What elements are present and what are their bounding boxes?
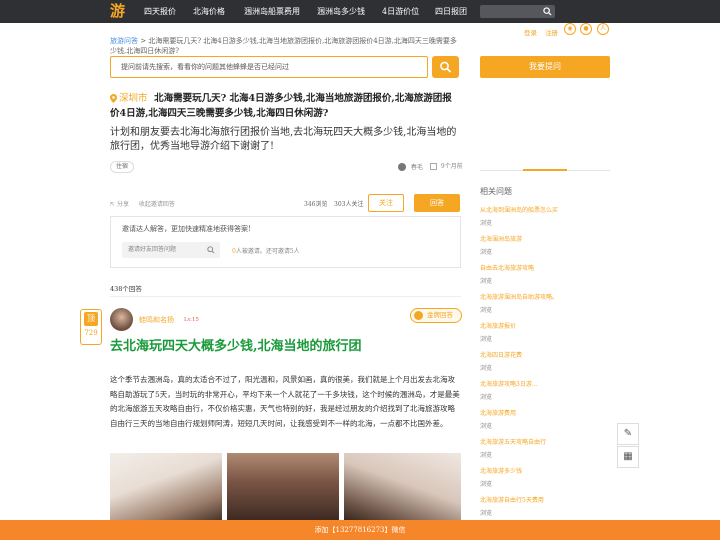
question-title: 深圳市 北海需要玩几天? 北海4日游多少钱,北海当地旅游团报价,北海旅游团报价4… [110,91,460,121]
search-button[interactable] [432,56,459,78]
nav-item-four-day-group[interactable]: 四日报团 [435,0,467,23]
related-questions-heading: 相关问题 [480,187,512,196]
answer-photo[interactable] [110,453,222,523]
related-question-item: 北海四日游花费 浏览 [480,351,610,373]
sidebar-divider-accent [523,169,567,171]
invite-friend-input[interactable]: 邀请好友回答问题 [122,242,220,258]
invite-count: 0人被邀请。还可邀请5人 [232,248,300,255]
nav-item-beihai-price[interactable]: 北海价格 [193,0,225,23]
question-actions: ⇱ 分享 收起邀请回答 [110,199,175,208]
related-question-item: 北海旅游多少钱 浏览 [480,467,610,489]
related-question-link[interactable]: 自由去北海旅游攻略 [480,264,610,273]
related-question-link[interactable]: 北海旅游攻略3日游… [480,380,610,389]
related-question-link[interactable]: 北海旅游涠洲岛自助游攻略。 [480,293,610,302]
related-question-link[interactable]: 北海旅游多少钱 [480,467,610,476]
related-question-item: 北海旅游自由行5天费用 浏览 [480,496,610,518]
wechat-icon[interactable]: 人 [597,23,609,35]
answer-button[interactable]: 回答 [414,194,460,212]
related-question-item: 自由去北海旅游攻略 浏览 [480,264,610,286]
gold-answer-badge: 金牌回答 [410,308,462,323]
top-search-icon[interactable] [543,7,552,16]
divider [110,296,461,297]
site-logo[interactable]: 游 [110,2,128,20]
answer-body: 这个季节去涠洲岛，真的太适合不过了，阳光温和，风景如画，真的很美，我们就是上个月… [110,375,460,428]
related-question-link[interactable]: 北海旅游费用 [480,409,610,418]
related-question-item: 从北海到涠洲岛的船票怎么买 浏览 [480,206,610,228]
related-question-link[interactable]: 从北海到涠洲岛的船票怎么买 [480,206,610,215]
question-search-input[interactable]: 提问前请先搜索，看看你的问题其他蜂蜂是否已经问过 [110,56,428,78]
question-description: 计划和朋友要去北海北海旅行团报价当地,去北海玩四天大概多少钱,北海当地的旅行团，… [110,127,457,152]
qq-icon[interactable]: ● [580,23,592,35]
medal-icon [414,311,423,320]
question-title-text: 北海需要玩几天? 北海4日游多少钱,北海当地旅游团报价,北海旅游团报价4日游,北… [110,93,452,119]
nav-item-ferry-ticket[interactable]: 涠洲岛船票费用 [244,0,300,23]
answer-photo[interactable] [227,453,339,523]
nav-item-four-day-price[interactable]: 四天报价 [144,0,176,23]
invite-heading: 邀请达人解答，更加快速精准地获得答案! [122,225,251,233]
vote-label: 顶 [84,312,98,326]
qrcode-icon[interactable]: ▦ [617,446,639,468]
breadcrumb-home[interactable]: 旅游问答 [110,37,138,45]
search-icon [440,61,452,73]
register-link[interactable]: 注册 [545,27,558,37]
asker-info: 春毛 [398,163,423,172]
breadcrumb-current: 北海需要玩几天? 北海4日游多少钱,北海当地旅游团报价,北海旅游团报价4日游,北… [110,37,457,55]
answer-author-name[interactable]: 蛙鸣和名扬 [139,315,174,325]
ask-question-button[interactable]: 我要提问 [480,56,610,78]
related-question-item: 北海旅游攻略3日游… 浏览 [480,380,610,402]
related-question-link[interactable]: 北海旅游五天攻略自由行 [480,438,610,447]
related-question-item: 北海旅游涠洲岛自助游攻略。 浏览 [480,293,610,315]
collect-invite-link[interactable]: 收起邀请回答 [139,201,175,208]
share-link[interactable]: 分享 [117,201,129,208]
question-city[interactable]: 深圳市 [119,93,148,104]
vote-up-button[interactable]: 顶 729 [80,309,102,345]
related-question-item: 北海旅游五天攻略自由行 浏览 [480,438,610,460]
invite-search-icon[interactable] [207,246,215,254]
answer-photo[interactable] [344,453,461,523]
question-tag[interactable]: 住宿 [110,161,135,173]
related-question-link[interactable]: 北海涠洲岛旅游 [480,235,610,244]
asker-avatar[interactable] [398,163,406,171]
views-count: 346浏览 [304,201,328,208]
top-nav-bar: 游 四天报价 北海价格 涠洲岛船票费用 涠洲岛多少钱 4日游价位 四日报团 [0,0,720,23]
related-question-item: 北海旅游报价 浏览 [480,322,610,344]
followers-count: 303人关注 [334,201,364,208]
answer-author-avatar[interactable] [110,308,133,331]
wechat-contact-bar[interactable]: 添加【13277816273】微信 [0,520,720,540]
question-time: 9个月前 [430,163,463,171]
related-question-link[interactable]: 北海旅游自由行5天费用 [480,496,610,505]
author-level-badge: Lv.15 [184,317,199,323]
share-icon: ⇱ [110,201,116,208]
answer-title: 去北海玩四天大概多少钱,北海当地的旅行团 [110,339,362,354]
follow-button[interactable]: 关注 [368,194,404,212]
edit-pencil-icon[interactable]: ✎ [617,423,639,445]
login-link[interactable]: 登录 [524,27,537,37]
related-question-item: 北海旅游费用 浏览 [480,409,610,431]
answers-count: 438个回答 [110,285,142,293]
related-question-item: 北海涠洲岛旅游 浏览 [480,235,610,257]
breadcrumb: 旅游问答 > 北海需要玩几天? 北海4日游多少钱,北海当地旅游团报价,北海旅游团… [110,36,460,56]
related-question-link[interactable]: 北海旅游报价 [480,322,610,331]
nav-item-four-day-tour-price[interactable]: 4日游价位 [382,0,419,23]
nav-item-weizhou-cost[interactable]: 涠洲岛多少钱 [317,0,365,23]
breadcrumb-separator: > [138,37,149,45]
related-question-link[interactable]: 北海四日游花费 [480,351,610,360]
weibo-icon[interactable]: ◉ [564,23,576,35]
clock-icon [430,163,437,170]
asker-name[interactable]: 春毛 [411,164,423,171]
vote-count: 729 [84,329,98,337]
